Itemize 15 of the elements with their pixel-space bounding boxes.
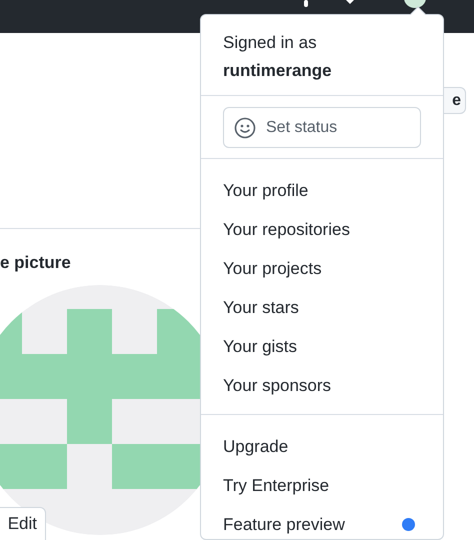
edit-button[interactable]: Edit	[0, 507, 46, 540]
menu-item[interactable]: Your gists	[201, 327, 443, 366]
smiley-icon	[234, 116, 256, 138]
menu-item[interactable]: Feature preview	[201, 505, 443, 539]
menu-item[interactable]: Your sponsors	[201, 366, 443, 405]
menu-item[interactable]: Your projects	[201, 249, 443, 288]
menu-item[interactable]: Your repositories	[201, 210, 443, 249]
menu-item[interactable]: Try Enterprise	[201, 466, 443, 505]
caret-icon[interactable]	[346, 0, 354, 4]
signed-in-label: Signed in as	[223, 32, 318, 54]
set-status-button[interactable]: Set status	[223, 107, 421, 148]
menu-item[interactable]: Your profile	[201, 171, 443, 210]
username: runtimerange	[223, 60, 333, 82]
menu-item[interactable]: Upgrade	[201, 427, 443, 466]
menu-item[interactable]: Your stars	[201, 288, 443, 327]
